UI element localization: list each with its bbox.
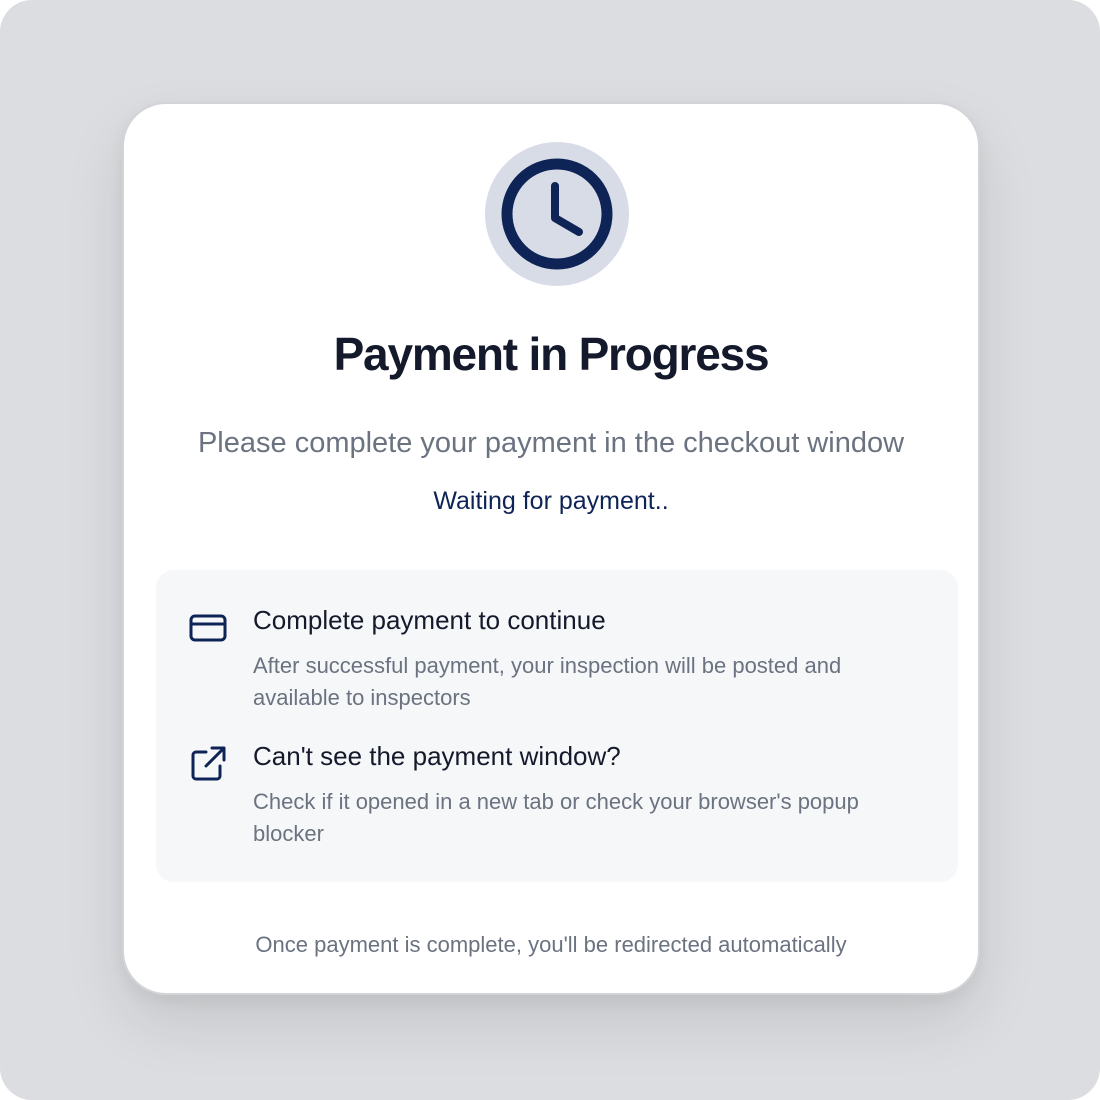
info-heading: Complete payment to continue <box>253 605 606 635</box>
info-heading: Can't see the payment window? <box>253 741 621 771</box>
status-icon-badge <box>485 142 629 286</box>
payment-progress-dialog: Payment in Progress Please complete your… <box>122 102 980 995</box>
payment-status-text: Waiting for payment.. <box>433 487 669 515</box>
info-description: Check if it opened in a new tab or check… <box>253 789 859 846</box>
redirect-note: Once payment is complete, you'll be redi… <box>255 932 847 957</box>
backdrop: Payment in Progress Please complete your… <box>0 0 1100 1100</box>
credit-card-icon <box>189 614 227 642</box>
external-link-icon <box>191 746 226 781</box>
dialog-subtitle: Please complete your payment in the chec… <box>197 427 905 459</box>
dialog-title: Payment in Progress <box>333 328 770 380</box>
clock-icon <box>501 158 613 270</box>
info-panel: Complete payment to continue After succe… <box>156 570 958 882</box>
info-description: After successful payment, your inspectio… <box>253 653 842 710</box>
